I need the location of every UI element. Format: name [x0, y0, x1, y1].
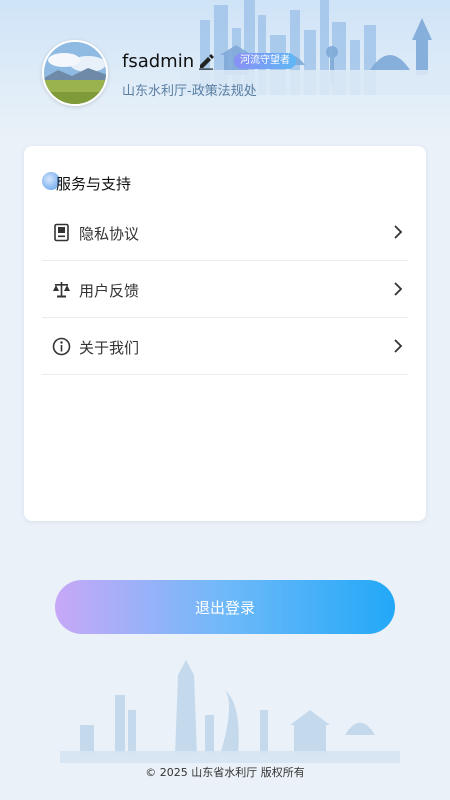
scale-icon [53, 282, 70, 298]
organization-label: 山东水利厅-政策法规处 [122, 84, 257, 99]
menu-item-label: 关于我们 [79, 339, 140, 357]
chevron-right-icon [394, 339, 403, 353]
username: fsadmin [122, 51, 195, 72]
copyright-text: © 2025 山东省水利厅 版权所有 [145, 766, 305, 779]
menu-item-about[interactable]: 关于我们 [42, 318, 408, 375]
services-card: 服务与支持 隐私协议 用户反馈 关于我们 [24, 146, 426, 521]
document-icon [54, 223, 69, 242]
chevron-right-icon [394, 282, 403, 296]
menu-item-label: 用户反馈 [79, 282, 140, 300]
role-badge: 河流守望者 [234, 53, 296, 69]
info-icon [52, 337, 71, 356]
city-landmarks-illustration [60, 660, 400, 763]
edit-icon[interactable] [197, 52, 215, 70]
menu-item-label: 隐私协议 [79, 225, 140, 243]
chevron-right-icon [394, 225, 403, 239]
menu-item-feedback[interactable]: 用户反馈 [42, 261, 408, 318]
menu-item-privacy[interactable]: 隐私协议 [42, 204, 408, 261]
logout-button[interactable]: 退出登录 [55, 580, 395, 634]
section-title: 服务与支持 [56, 175, 132, 193]
avatar[interactable] [42, 40, 108, 106]
